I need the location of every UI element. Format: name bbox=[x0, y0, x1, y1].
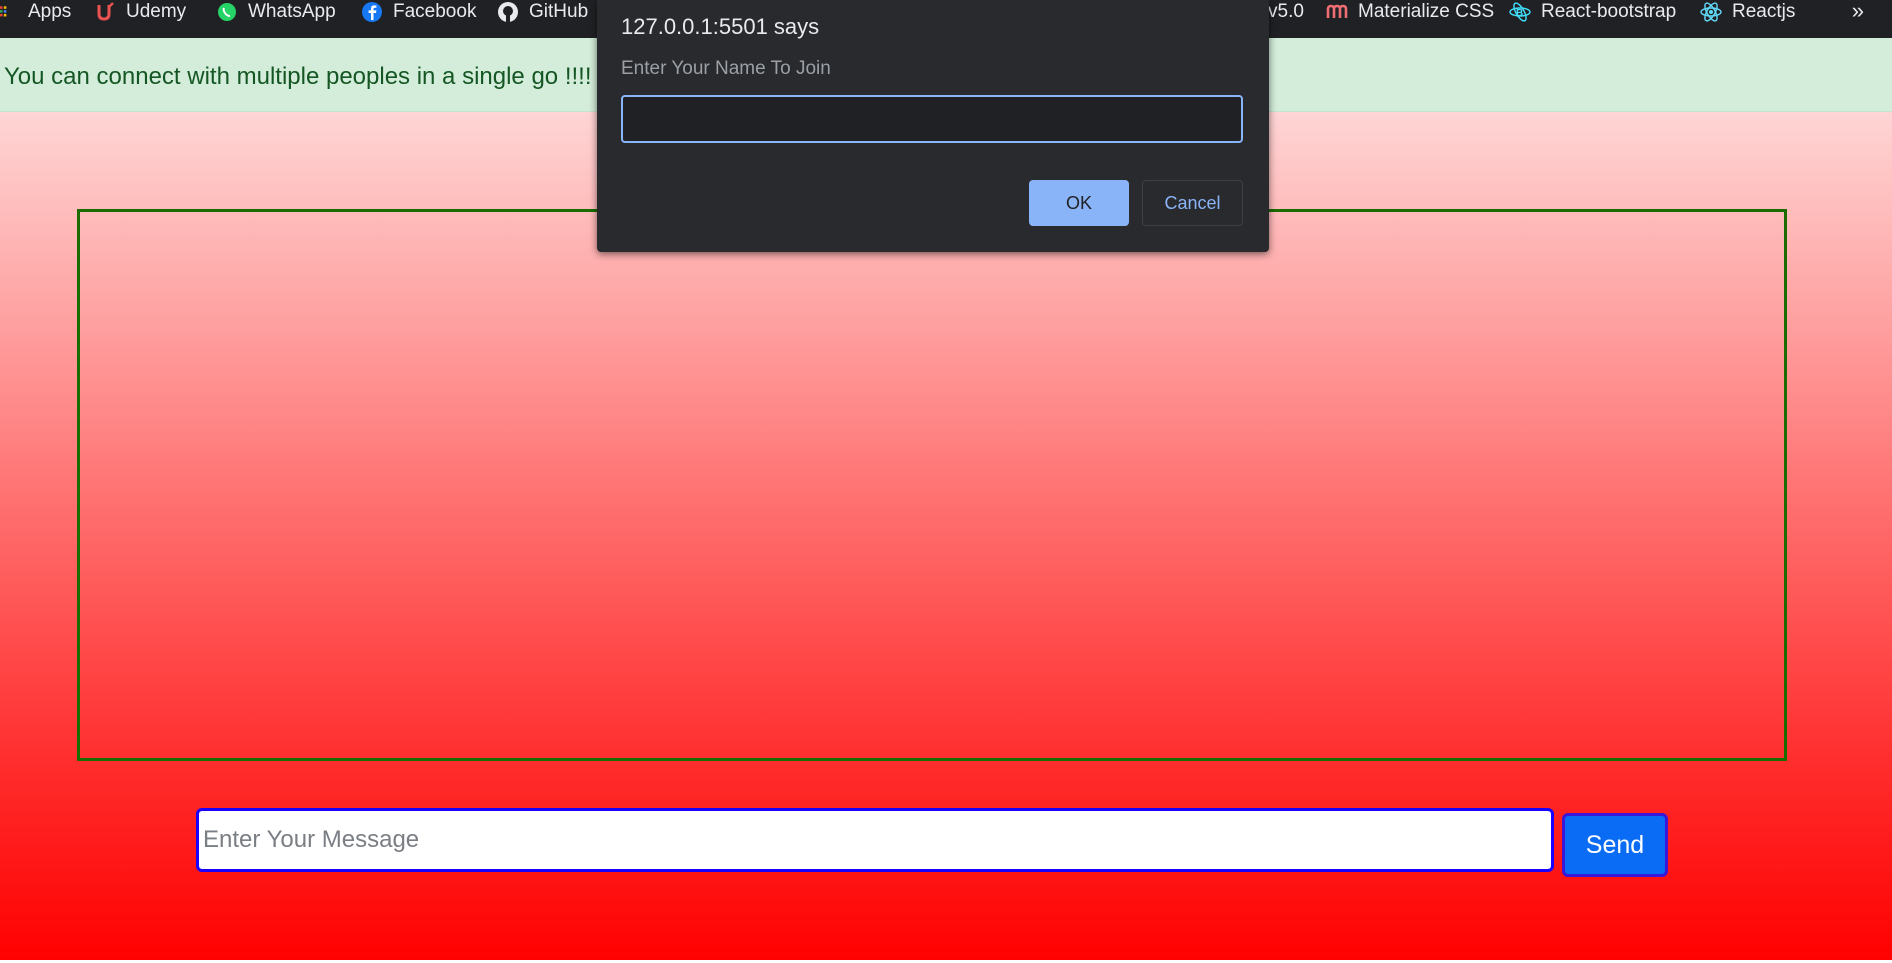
udemy-icon bbox=[97, 2, 114, 21]
bookmark-label: v5.0 bbox=[1268, 1, 1304, 22]
dialog-name-input[interactable] bbox=[621, 95, 1243, 143]
send-button[interactable]: Send bbox=[1562, 813, 1668, 877]
bookmark-facebook[interactable]: Facebook bbox=[361, 0, 476, 24]
bookmark-materialize[interactable]: Materialize CSS bbox=[1326, 0, 1494, 24]
bookmark-label: Apps bbox=[28, 1, 72, 22]
bookmark-label: GitHub bbox=[529, 1, 589, 22]
bookmark-label: Reactjs bbox=[1732, 1, 1796, 22]
dialog-cancel-button[interactable]: Cancel bbox=[1142, 180, 1243, 226]
dialog-ok-button[interactable]: OK bbox=[1029, 180, 1129, 226]
github-icon bbox=[498, 2, 518, 22]
message-input[interactable] bbox=[196, 808, 1554, 872]
alert-text: You can connect with multiple peoples in… bbox=[4, 63, 592, 90]
bookmark-label: WhatsApp bbox=[248, 1, 336, 22]
apps-grid-icon bbox=[0, 6, 7, 17]
bookmark-udemy[interactable]: Udemy bbox=[94, 0, 186, 24]
bookmarks-overflow-button[interactable]: » bbox=[1852, 0, 1864, 24]
facebook-icon bbox=[362, 2, 382, 22]
react-icon bbox=[1700, 2, 1722, 22]
chat-container[interactable] bbox=[77, 209, 1787, 761]
prompt-dialog: 127.0.0.1:5501 says Enter Your Name To J… bbox=[597, 0, 1269, 252]
bookmark-reactjs[interactable]: Reactjs bbox=[1700, 0, 1795, 24]
bookmark-label: Materialize CSS bbox=[1358, 1, 1495, 22]
react-bootstrap-icon: B bbox=[1509, 2, 1531, 22]
bookmark-label: Facebook bbox=[393, 1, 477, 22]
svg-text:B: B bbox=[1516, 8, 1523, 19]
dialog-message: Enter Your Name To Join bbox=[621, 58, 831, 79]
bookmark-apps[interactable]: Apps bbox=[0, 0, 71, 24]
whatsapp-icon bbox=[218, 3, 236, 21]
bookmark-bootstrap[interactable]: v5.0 bbox=[1268, 0, 1304, 24]
dialog-title: 127.0.0.1:5501 says bbox=[621, 14, 820, 39]
bookmark-whatsapp[interactable]: WhatsApp bbox=[216, 0, 336, 24]
bookmark-react-bootstrap[interactable]: B React-bootstrap bbox=[1509, 0, 1676, 24]
materialize-icon bbox=[1326, 4, 1348, 18]
bookmark-github[interactable]: GitHub bbox=[497, 0, 588, 24]
bookmark-label: Udemy bbox=[126, 1, 187, 22]
bookmark-label: React-bootstrap bbox=[1541, 1, 1677, 22]
